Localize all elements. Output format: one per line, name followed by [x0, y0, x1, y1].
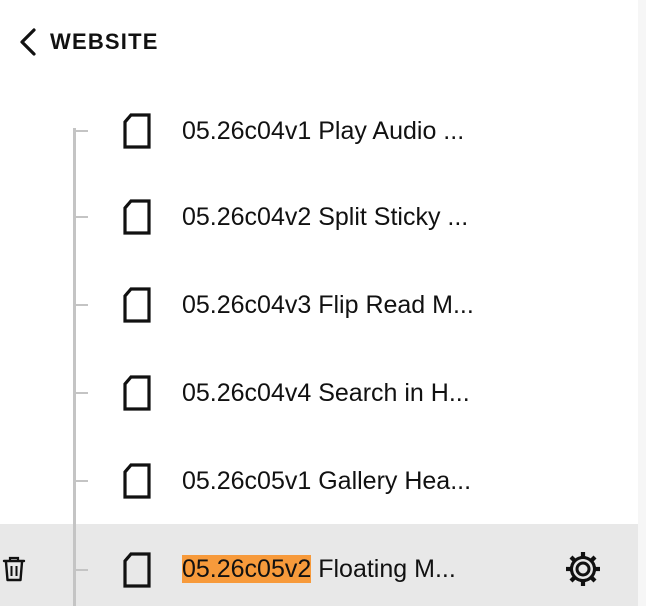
page-icon: [122, 113, 152, 149]
page-list: 05.26c04v1 Play Audio ... 05.26c04v2 Spl…: [0, 84, 638, 606]
panel-header: WEBSITE: [0, 0, 638, 84]
page-row[interactable]: 05.26c04v4 Search in H...: [0, 352, 638, 434]
page-row[interactable]: 05.26c05v1 Gallery Hea...: [0, 440, 638, 522]
page-row-selected[interactable]: 05.26c05v2 Floating M...: [0, 524, 638, 606]
back-label: WEBSITE: [50, 29, 159, 54]
page-row[interactable]: 05.26c04v3 Flip Read M...: [0, 264, 638, 346]
tree-connector: [76, 130, 88, 132]
tree-connector: [76, 216, 88, 218]
search-match-highlight: 05.26c05v2: [182, 555, 312, 583]
page-icon: [122, 552, 152, 588]
page-title: 05.26c04v2 Split Sticky ...: [182, 203, 469, 231]
tree-connector: [76, 304, 88, 306]
page-row[interactable]: 05.26c04v1 Play Audio ...: [0, 90, 638, 172]
tree-connector: [76, 480, 88, 482]
page-icon: [122, 287, 152, 323]
page-icon: [122, 463, 152, 499]
page-title: 05.26c04v3 Flip Read M...: [182, 291, 474, 319]
page-title: 05.26c05v2 Floating M...: [182, 524, 456, 606]
tree-connector: [76, 569, 88, 571]
page-title: 05.26c04v4 Search in H...: [182, 379, 470, 407]
pages-panel: WEBSITE 05.26c04v1 Play Audio ... 05.26c…: [0, 0, 646, 606]
page-title: 05.26c05v1 Gallery Hea...: [182, 467, 472, 495]
page-icon: [122, 199, 152, 235]
page-title-rest: Floating M...: [311, 555, 456, 583]
tree-line: [73, 128, 76, 606]
page-icon: [122, 375, 152, 411]
trash-icon[interactable]: [2, 556, 26, 582]
tree-connector: [76, 392, 88, 394]
chevron-left-icon: [20, 28, 36, 56]
gear-icon[interactable]: [565, 551, 601, 587]
back-to-website-button[interactable]: WEBSITE: [16, 24, 159, 60]
panel-edge: [638, 0, 646, 606]
page-row[interactable]: 05.26c04v2 Split Sticky ...: [0, 176, 638, 258]
page-title: 05.26c04v1 Play Audio ...: [182, 117, 465, 145]
